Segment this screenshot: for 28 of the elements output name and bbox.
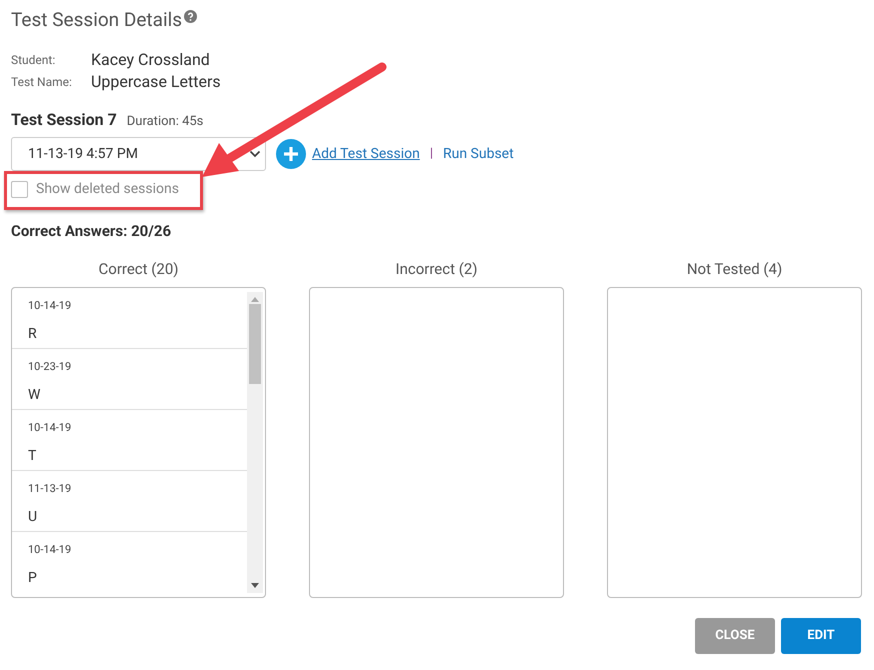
session-title: Test Session 7 [11, 110, 117, 130]
answer-date: 10-14-19 [28, 422, 72, 434]
close-button[interactable]: CLOSE [695, 618, 775, 654]
answer-date: 10-14-19 [28, 544, 72, 556]
summary-text: Correct Answers: 20/26 [11, 221, 172, 241]
run-subset-link[interactable]: Run Subset [443, 145, 514, 163]
answer-letter: P [28, 570, 37, 586]
edit-button[interactable]: EDIT [781, 618, 861, 654]
checkbox-label: Show deleted sessions [36, 180, 179, 199]
session-select[interactable]: 11-13-19 4:57 PM [11, 137, 266, 171]
column-title: Incorrect (2) [395, 259, 478, 279]
field-value: Kacey Crossland [91, 50, 210, 70]
answer-letter: U [28, 509, 38, 525]
answer-letter: R [28, 326, 37, 342]
answer-date: 10-23-19 [28, 361, 72, 373]
link-separator: | [430, 145, 433, 163]
add-session-link[interactable]: Add Test Session [312, 145, 420, 163]
answer-date: 11-13-19 [28, 483, 72, 495]
field-value: Uppercase Letters [91, 72, 221, 92]
answer-date: 10-14-19 [28, 300, 72, 312]
dialog-title: Test Session Details [11, 8, 182, 32]
duration-text: Duration: 45s [126, 113, 204, 131]
answer-letter: T [28, 448, 36, 464]
field-label: Student: [11, 52, 56, 69]
field-label: Test Name: [11, 74, 73, 91]
column-title: Correct (20) [98, 259, 178, 279]
column-title: Not Tested (4) [686, 259, 782, 279]
answer-letter: W [28, 387, 40, 403]
